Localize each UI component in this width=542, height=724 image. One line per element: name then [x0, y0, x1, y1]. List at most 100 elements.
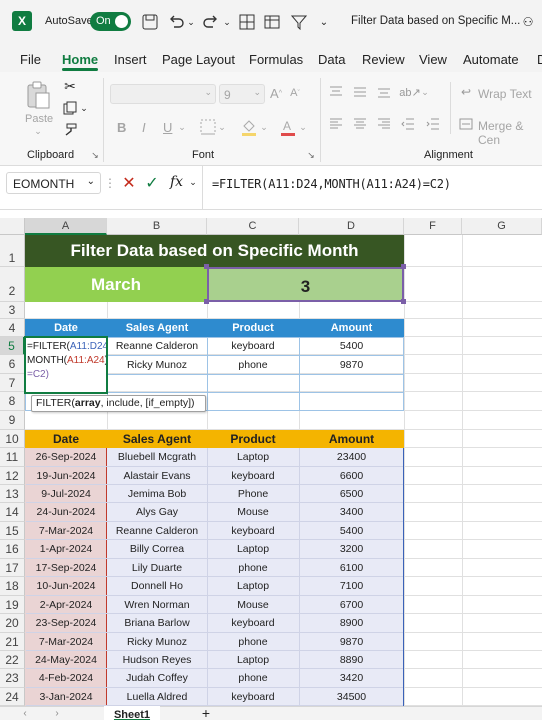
- range-handle-icon[interactable]: [204, 299, 209, 304]
- data-agent-cell[interactable]: Billy Correa: [107, 540, 207, 558]
- result-header-agent[interactable]: Sales Agent: [107, 319, 207, 337]
- add-sheet-button[interactable]: +: [199, 705, 213, 721]
- data-amount-cell[interactable]: 34500: [299, 688, 404, 706]
- coauthor-icon[interactable]: ⚇: [520, 14, 536, 30]
- data-product-cell[interactable]: keyboard: [207, 614, 299, 632]
- bold-button[interactable]: B: [117, 120, 126, 135]
- data-date-cell[interactable]: 17-Sep-2024: [25, 559, 107, 577]
- data-amount-cell[interactable]: 23400: [299, 448, 404, 466]
- range-handle-icon[interactable]: [401, 264, 406, 269]
- row-header[interactable]: 19: [0, 596, 25, 614]
- customize-toolbar-icon[interactable]: ⌄: [318, 14, 330, 30]
- data-product-cell[interactable]: Laptop: [207, 577, 299, 595]
- data-date-cell[interactable]: 10-Jun-2024: [25, 577, 107, 595]
- data-date-cell[interactable]: 2-Apr-2024: [25, 596, 107, 614]
- name-box-dropdown-icon[interactable]: ⌄: [87, 176, 95, 187]
- decrease-indent-icon[interactable]: [400, 116, 416, 132]
- data-product-cell[interactable]: keyboard: [207, 522, 299, 540]
- data-date-cell[interactable]: 9-Jul-2024: [25, 485, 107, 503]
- row-header[interactable]: 4: [0, 319, 25, 337]
- copy-icon[interactable]: [62, 100, 78, 116]
- data-product-cell[interactable]: Laptop: [207, 540, 299, 558]
- font-color-dropdown-icon[interactable]: ⌄: [299, 120, 307, 134]
- row-header[interactable]: 3: [0, 302, 25, 319]
- title-banner[interactable]: Filter Data based on Specific Month: [25, 235, 404, 267]
- data-product-cell[interactable]: phone: [207, 633, 299, 651]
- data-date-cell[interactable]: 4-Feb-2024: [25, 669, 107, 687]
- tab-automate[interactable]: Automate: [463, 52, 519, 67]
- name-box[interactable]: EOMONTH ⌄: [6, 172, 101, 194]
- data-agent-cell[interactable]: Ricky Munoz: [107, 633, 207, 651]
- data-agent-cell[interactable]: Wren Norman: [107, 596, 207, 614]
- row-header[interactable]: 18: [0, 577, 25, 596]
- row-header[interactable]: 12: [0, 467, 25, 485]
- decrease-font-icon[interactable]: Aˇ: [287, 84, 303, 102]
- column-header-d[interactable]: D: [299, 218, 404, 235]
- copy-dropdown-icon[interactable]: ⌄: [80, 102, 88, 114]
- wrap-text-button[interactable]: Wrap Text: [478, 87, 532, 101]
- data-amount-cell[interactable]: 8890: [299, 651, 404, 669]
- orientation-icon[interactable]: ab↗: [399, 84, 420, 100]
- font-color-icon[interactable]: A: [279, 117, 297, 137]
- row-header[interactable]: 10: [0, 430, 25, 448]
- row-header[interactable]: 21: [0, 633, 25, 651]
- data-agent-cell[interactable]: Luella Aldred: [107, 688, 207, 706]
- row-header[interactable]: 7: [0, 374, 25, 392]
- fx-dropdown-icon[interactable]: ⌄: [189, 175, 197, 189]
- data-amount-cell[interactable]: 3400: [299, 503, 404, 521]
- row-header[interactable]: 22: [0, 651, 25, 669]
- data-header-agent[interactable]: Sales Agent: [107, 430, 207, 448]
- data-amount-cell[interactable]: 8900: [299, 614, 404, 632]
- increase-font-icon[interactable]: A ^: [268, 84, 284, 102]
- cancel-icon[interactable]: ✕: [121, 173, 137, 193]
- data-header-date[interactable]: Date: [25, 430, 107, 448]
- font-launcher-icon[interactable]: ↘: [306, 150, 316, 160]
- tab-view[interactable]: View: [419, 52, 447, 67]
- next-sheet-icon[interactable]: ›: [52, 707, 62, 719]
- row-header[interactable]: 6: [0, 355, 25, 374]
- data-agent-cell[interactable]: Judah Coffey: [107, 669, 207, 687]
- data-agent-cell[interactable]: Hudson Reyes: [107, 651, 207, 669]
- data-product-cell[interactable]: phone: [207, 669, 299, 687]
- cut-icon[interactable]: ✂: [62, 78, 78, 94]
- row-header[interactable]: 24: [0, 688, 25, 706]
- paste-dropdown-icon[interactable]: ⌄: [33, 126, 43, 136]
- tab-insert[interactable]: Insert: [114, 52, 147, 67]
- data-date-cell[interactable]: 7-Mar-2024: [25, 633, 107, 651]
- tab-formulas[interactable]: Formulas: [249, 52, 303, 67]
- data-date-cell[interactable]: 23-Sep-2024: [25, 614, 107, 632]
- data-header-amount[interactable]: Amount: [299, 430, 404, 448]
- data-agent-cell[interactable]: Briana Barlow: [107, 614, 207, 632]
- borders-dropdown-icon[interactable]: ⌄: [218, 120, 226, 134]
- data-product-cell[interactable]: Phone: [207, 485, 299, 503]
- fill-color-icon[interactable]: [240, 117, 258, 137]
- data-agent-cell[interactable]: Donnell Ho: [107, 577, 207, 595]
- font-name-select[interactable]: ⌄: [110, 84, 216, 104]
- function-tooltip[interactable]: FILTER(array, include, [if_empty]): [31, 395, 206, 412]
- align-center-icon[interactable]: [352, 116, 368, 132]
- row-header[interactable]: 1: [0, 235, 25, 267]
- data-amount-cell[interactable]: 3420: [299, 669, 404, 687]
- redo-icon[interactable]: [202, 13, 220, 31]
- data-date-cell[interactable]: 1-Apr-2024: [25, 540, 107, 558]
- row-header[interactable]: 9: [0, 411, 25, 430]
- row-header[interactable]: 5: [0, 337, 25, 355]
- row-header[interactable]: 13: [0, 485, 25, 503]
- more-options-icon[interactable]: ⋮: [104, 173, 116, 193]
- data-date-cell[interactable]: 24-Jun-2024: [25, 503, 107, 521]
- row-header[interactable]: 16: [0, 540, 25, 559]
- undo-dropdown-icon[interactable]: ⌄: [186, 15, 196, 29]
- data-agent-cell[interactable]: Reanne Calderon: [107, 522, 207, 540]
- row-header[interactable]: 8: [0, 392, 25, 411]
- data-date-cell[interactable]: 19-Jun-2024: [25, 467, 107, 485]
- row-header[interactable]: 11: [0, 448, 25, 467]
- data-product-cell[interactable]: Mouse: [207, 596, 299, 614]
- data-amount-cell[interactable]: 5400: [299, 522, 404, 540]
- insert-function-button[interactable]: fx: [170, 174, 183, 190]
- data-amount-cell[interactable]: 3200: [299, 540, 404, 558]
- paste-label[interactable]: Paste: [25, 113, 53, 125]
- data-amount-cell[interactable]: 7100: [299, 577, 404, 595]
- row-header[interactable]: 20: [0, 614, 25, 633]
- data-product-cell[interactable]: Laptop: [207, 651, 299, 669]
- underline-button[interactable]: U: [163, 120, 172, 135]
